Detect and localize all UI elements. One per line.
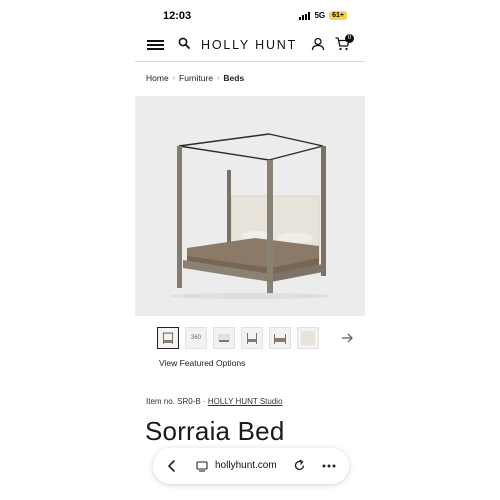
thumbnail-6[interactable] [297,327,319,349]
account-icon[interactable] [311,37,325,51]
studio-link[interactable]: HOLLY HUNT Studio [208,397,283,406]
hamburger-menu-icon[interactable] [147,40,164,50]
url-field[interactable]: hollyhunt.com [215,460,277,471]
search-icon[interactable] [178,37,190,49]
signal-icon [299,11,311,20]
bed-side-thumbnail-icon [247,333,257,344]
brand-logo[interactable]: HOLLY HUNT [201,38,297,52]
item-number-line: Item no. SR0-B · HOLLY HUNT Studio [146,397,283,406]
cart-count-badge: 0 [345,34,354,43]
back-icon[interactable] [165,459,179,473]
bed-front-thumbnail-icon [218,334,230,342]
thumbnail-4[interactable] [241,327,263,349]
browser-toolbar: hollyhunt.com [153,448,349,484]
page-settings-icon[interactable] [196,460,208,472]
header-divider [135,61,365,62]
status-indicators: 5G 61+ [299,11,347,20]
chevron-right-icon: › [172,74,176,82]
bed-angle-thumbnail-icon [274,334,286,344]
breadcrumb-beds[interactable]: Beds [223,73,244,83]
item-number: Item no. SR0-B · [146,397,206,406]
thumbnail-5[interactable] [269,327,291,349]
arrow-right-icon[interactable] [340,331,354,345]
site-header: HOLLY HUNT 0 [135,30,365,60]
canopy-bed-illustration [170,133,330,299]
thumbnail-360[interactable]: 360 [185,327,207,349]
reload-icon[interactable] [293,459,306,472]
breadcrumb: Home › Furniture › Beds [146,73,244,83]
thumbnail-strip: 360 [157,327,319,349]
network-label: 5G [314,11,326,20]
headboard-detail-thumbnail-icon [301,331,315,345]
thumbnail-360-label: 360 [190,335,201,341]
battery-badge: 61+ [329,11,347,20]
bed-thumbnail-icon [163,332,173,344]
breadcrumb-furniture[interactable]: Furniture [179,73,213,83]
status-time: 12:03 [163,10,192,22]
thumbnail-3[interactable] [213,327,235,349]
product-image[interactable] [135,96,365,316]
view-featured-options-link[interactable]: View Featured Options [159,358,245,368]
breadcrumb-home[interactable]: Home [146,73,169,83]
thumbnail-1[interactable] [157,327,179,349]
chevron-right-icon: › [217,74,220,82]
phone-screen: 12:03 5G 61+ HOLLY HUNT 0 Home › Furnitu… [135,0,365,500]
more-options-icon[interactable] [321,459,337,473]
product-title: Sorraia Bed [145,416,285,446]
